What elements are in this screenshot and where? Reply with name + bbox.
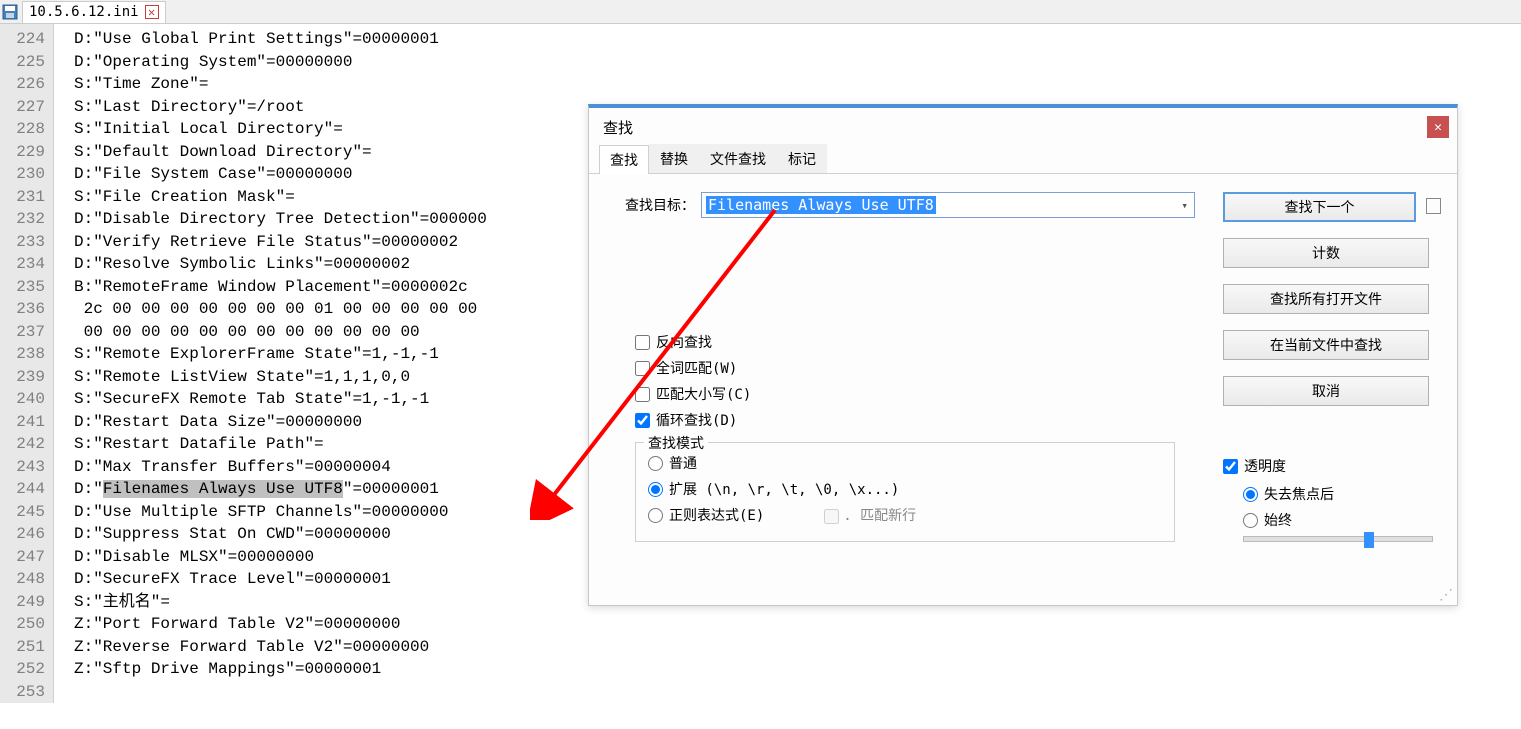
dialog-tabs: 查找 替换 文件查找 标记 xyxy=(589,144,1457,174)
check-whole-word[interactable]: 全词匹配(W) xyxy=(635,358,1211,378)
find-in-current-button[interactable]: 在当前文件中查找 xyxy=(1223,330,1429,360)
line-number: 249 xyxy=(4,591,45,614)
check-transparency[interactable]: 透明度 xyxy=(1223,456,1441,476)
line-number: 238 xyxy=(4,343,45,366)
slider-thumb[interactable] xyxy=(1364,532,1374,548)
find-all-open-button[interactable]: 查找所有打开文件 xyxy=(1223,284,1429,314)
code-line[interactable]: Z:"Sftp Drive Mappings"=00000001 xyxy=(74,658,1521,681)
line-number-gutter: 2242252262272282292302312322332342352362… xyxy=(0,24,54,703)
count-button[interactable]: 计数 xyxy=(1223,238,1429,268)
tab-mark[interactable]: 标记 xyxy=(777,144,827,173)
line-number: 228 xyxy=(4,118,45,141)
line-number: 240 xyxy=(4,388,45,411)
code-line[interactable]: S:"Time Zone"= xyxy=(74,73,1521,96)
tab-find-in-files[interactable]: 文件查找 xyxy=(699,144,777,173)
line-number: 231 xyxy=(4,186,45,209)
transparency-group: 透明度 失去焦点后 始终 xyxy=(1223,456,1441,542)
chevron-down-icon[interactable]: ▾ xyxy=(1181,199,1188,212)
line-number: 253 xyxy=(4,681,45,704)
search-mode-group: 查找模式 普通 扩展 (\n, \r, \t, \0, \x...) 正则表达式… xyxy=(635,442,1175,542)
line-number: 237 xyxy=(4,321,45,344)
line-number: 229 xyxy=(4,141,45,164)
find-dialog: 查找 ✕ 查找 替换 文件查找 标记 查找目标： Filenames Alway… xyxy=(588,104,1458,606)
mode-normal[interactable]: 普通 xyxy=(648,453,1162,473)
dialog-title: 查找 xyxy=(603,117,1427,138)
line-number: 233 xyxy=(4,231,45,254)
line-number: 226 xyxy=(4,73,45,96)
code-line[interactable]: Z:"Port Forward Table V2"=00000000 xyxy=(74,613,1521,636)
line-number: 241 xyxy=(4,411,45,434)
resize-grip-icon[interactable]: ⋰ xyxy=(1439,587,1453,601)
tab-bar: 10.5.6.12.ini ✕ xyxy=(0,0,1521,24)
line-number: 243 xyxy=(4,456,45,479)
radio-on-lose-focus[interactable]: 失去焦点后 xyxy=(1243,484,1441,504)
transparency-slider[interactable] xyxy=(1243,536,1433,542)
line-number: 248 xyxy=(4,568,45,591)
close-icon[interactable]: ✕ xyxy=(145,5,159,19)
find-all-checkbox[interactable] xyxy=(1426,198,1441,214)
code-line[interactable] xyxy=(74,681,1521,704)
line-number: 251 xyxy=(4,636,45,659)
line-number: 235 xyxy=(4,276,45,299)
line-number: 225 xyxy=(4,51,45,74)
line-number: 239 xyxy=(4,366,45,389)
line-number: 252 xyxy=(4,658,45,681)
line-number: 234 xyxy=(4,253,45,276)
code-line[interactable]: D:"Use Global Print Settings"=00000001 xyxy=(74,28,1521,51)
file-tab[interactable]: 10.5.6.12.ini ✕ xyxy=(22,1,166,23)
check-reverse[interactable]: 反向查找 xyxy=(635,332,1211,352)
line-number: 246 xyxy=(4,523,45,546)
tab-replace[interactable]: 替换 xyxy=(649,144,699,173)
line-number: 244 xyxy=(4,478,45,501)
line-number: 236 xyxy=(4,298,45,321)
radio-always[interactable]: 始终 xyxy=(1243,510,1441,530)
line-number: 245 xyxy=(4,501,45,524)
mode-extended[interactable]: 扩展 (\n, \r, \t, \0, \x...) xyxy=(648,479,1162,499)
dialog-close-button[interactable]: ✕ xyxy=(1427,116,1449,138)
mode-regex[interactable]: 正则表达式(E) . 匹配新行 xyxy=(648,505,1162,525)
line-number: 242 xyxy=(4,433,45,456)
search-input[interactable]: Filenames Always Use UTF8 ▾ xyxy=(701,192,1195,218)
line-number: 247 xyxy=(4,546,45,569)
check-wrap[interactable]: 循环查找(D) xyxy=(635,410,1211,430)
search-label: 查找目标： xyxy=(605,195,695,215)
code-line[interactable]: D:"Operating System"=00000000 xyxy=(74,51,1521,74)
search-mode-label: 查找模式 xyxy=(644,433,708,453)
file-tab-label: 10.5.6.12.ini xyxy=(29,4,139,20)
line-number: 224 xyxy=(4,28,45,51)
check-match-case[interactable]: 匹配大小写(C) xyxy=(635,384,1211,404)
line-number: 250 xyxy=(4,613,45,636)
check-match-newline: . 匹配新行 xyxy=(824,505,916,525)
tab-find[interactable]: 查找 xyxy=(599,145,649,174)
line-number: 227 xyxy=(4,96,45,119)
cancel-button[interactable]: 取消 xyxy=(1223,376,1429,406)
code-line[interactable]: Z:"Reverse Forward Table V2"=00000000 xyxy=(74,636,1521,659)
search-input-value: Filenames Always Use UTF8 xyxy=(706,196,936,214)
line-number: 230 xyxy=(4,163,45,186)
save-icon[interactable] xyxy=(2,4,18,20)
line-number: 232 xyxy=(4,208,45,231)
find-next-button[interactable]: 查找下一个 xyxy=(1223,192,1416,222)
